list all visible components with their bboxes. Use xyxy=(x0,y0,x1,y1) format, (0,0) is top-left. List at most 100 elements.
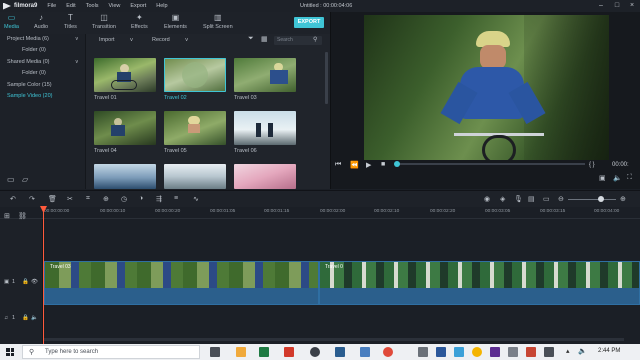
chevron-down-icon[interactable]: v xyxy=(76,34,79,45)
audio-track[interactable] xyxy=(44,308,640,330)
voiceover-icon[interactable]: 🎙 xyxy=(514,195,523,203)
timeline-clip[interactable]: Travel 03 xyxy=(44,261,319,305)
media-scrollbar[interactable] xyxy=(325,52,328,104)
grid-view-icon[interactable]: ▦ xyxy=(261,35,268,43)
tab-elements[interactable]: ▣ Elements xyxy=(164,14,187,31)
folder-open-icon[interactable]: ▱ xyxy=(22,176,32,184)
zoom-icon[interactable]: ⊕ xyxy=(103,195,109,203)
color-icon[interactable]: ◑ xyxy=(139,195,143,202)
eye-icon[interactable]: 👁 xyxy=(31,279,38,285)
audio-waveform-icon[interactable]: ∿ xyxy=(193,195,199,203)
task-view-icon[interactable] xyxy=(210,347,220,357)
add-track-icon[interactable]: ⊞ xyxy=(4,212,10,220)
import-dropdown[interactable]: Import v xyxy=(99,37,133,43)
sidebar-item-folder[interactable]: Folder (0) xyxy=(0,45,86,56)
cut-icon[interactable]: ✂ xyxy=(67,195,73,203)
pdf-reader-icon[interactable] xyxy=(284,347,294,357)
previous-frame-icon[interactable]: ⏮ xyxy=(335,161,341,169)
zoom-slider-track[interactable] xyxy=(568,199,616,200)
rewind-icon[interactable]: ⏪ xyxy=(350,161,359,169)
timeline-ruler[interactable]: 00:00:00:00 00:00:00:10 00:00:00:20 00:0… xyxy=(0,207,640,219)
zoom-in-icon[interactable]: ⊕ xyxy=(620,195,626,203)
zoom-out-icon[interactable]: ⊖ xyxy=(558,195,564,203)
thumbnail-travel-01[interactable] xyxy=(94,58,156,92)
record-dropdown[interactable]: Record v xyxy=(152,37,188,43)
browser-icon[interactable] xyxy=(454,347,464,357)
thumbnail-travel-04[interactable] xyxy=(94,111,156,145)
menu-view[interactable]: View xyxy=(109,3,121,9)
filmora-taskbar-icon[interactable] xyxy=(335,347,345,357)
add-folder-icon[interactable]: ▭ xyxy=(7,176,17,184)
volume-icon[interactable]: 🔈 xyxy=(613,174,622,182)
chrome-icon[interactable] xyxy=(472,347,482,357)
sidebar-item-shared-folder[interactable]: Folder (0) xyxy=(0,68,86,79)
tab-audio[interactable]: ♪ Audio xyxy=(34,14,48,31)
stop-icon[interactable]: ■ xyxy=(381,161,385,168)
lock-icon[interactable]: 🔒 xyxy=(22,315,29,321)
taskbar-app-icon-2[interactable] xyxy=(418,347,428,357)
chevron-down-icon[interactable]: v xyxy=(76,57,79,68)
tab-effects[interactable]: ✦ Effects xyxy=(131,14,148,31)
timeline-clip[interactable]: Travel 0 xyxy=(319,261,640,305)
lock-icon[interactable]: 🔒 xyxy=(22,279,29,285)
thumbnail-travel-02[interactable] xyxy=(164,58,226,92)
preview-scrubber[interactable] xyxy=(395,163,585,165)
export-button[interactable]: EXPORT xyxy=(294,17,324,28)
render-icon[interactable]: ◉ xyxy=(484,195,490,203)
thumbnail-travel-03[interactable] xyxy=(234,58,296,92)
thumbnail-travel-06[interactable] xyxy=(234,111,296,145)
recorder-icon[interactable] xyxy=(383,347,393,357)
taskbar-app-icon-3[interactable] xyxy=(508,347,518,357)
filter-icon[interactable]: ⏷ xyxy=(248,35,254,43)
scrubber-knob[interactable] xyxy=(394,161,400,167)
snapshot-icon[interactable]: ▣ xyxy=(599,174,606,182)
tab-transition[interactable]: ◫ Transition xyxy=(92,14,116,31)
audio-mixer-icon[interactable]: ≡ xyxy=(174,195,178,202)
undo-icon[interactable]: ↶ xyxy=(10,195,16,203)
windows-start-icon[interactable] xyxy=(6,348,14,356)
thumbnail-travel-09[interactable] xyxy=(234,164,296,189)
timeline-scrollbar[interactable] xyxy=(44,338,624,341)
media-app-icon[interactable] xyxy=(310,347,320,357)
close-icon[interactable]: × xyxy=(627,1,637,11)
teams-icon[interactable] xyxy=(490,347,500,357)
speaker-tray-icon[interactable]: 🔈 xyxy=(578,347,587,357)
mark-in-out[interactable]: { } xyxy=(589,162,595,168)
sidebar-item-project-media[interactable]: Project Media (6) v xyxy=(0,34,86,45)
sidebar-item-sample-color[interactable]: Sample Color (15) xyxy=(0,80,86,91)
menu-tools[interactable]: Tools xyxy=(86,3,99,9)
speaker-icon[interactable]: 🔈 xyxy=(31,315,38,321)
crop-icon[interactable]: ⌗ xyxy=(86,195,90,203)
menu-file[interactable]: File xyxy=(47,3,56,9)
mixer-icon[interactable]: ▤ xyxy=(528,195,535,203)
motion-icon[interactable]: ⇶ xyxy=(156,195,162,203)
thumbnail-travel-05[interactable] xyxy=(164,111,226,145)
powerpoint-icon[interactable] xyxy=(526,347,536,357)
menu-help[interactable]: Help xyxy=(156,3,167,9)
link-icon[interactable]: ⛓ xyxy=(18,212,27,220)
tab-split-screen[interactable]: ▥ Split Screen xyxy=(203,14,233,31)
taskbar-app-icon[interactable] xyxy=(360,347,370,357)
marker-icon[interactable]: ◈ xyxy=(500,195,505,203)
maximize-icon[interactable]: □ xyxy=(612,1,622,11)
file-explorer-icon[interactable] xyxy=(236,347,246,357)
excel-icon[interactable] xyxy=(259,347,269,357)
network-icon[interactable]: ▴ xyxy=(566,347,574,357)
search-input[interactable]: Search ⚲ xyxy=(274,36,322,45)
playhead[interactable] xyxy=(43,207,44,344)
redo-icon[interactable]: ↷ xyxy=(29,195,35,203)
speed-icon[interactable]: ◷ xyxy=(121,195,127,203)
tab-titles[interactable]: T Titles xyxy=(64,14,77,31)
fullscreen-icon[interactable]: ⛶ xyxy=(627,174,632,182)
thumbnail-travel-08[interactable] xyxy=(164,164,226,189)
snapshot-icon[interactable]: ▭ xyxy=(543,195,550,203)
word-icon[interactable] xyxy=(436,347,446,357)
sidebar-item-sample-video[interactable]: Sample Video (20) xyxy=(0,91,86,102)
menu-edit[interactable]: Edit xyxy=(66,3,75,9)
menu-export[interactable]: Export xyxy=(130,3,146,9)
thumbnail-travel-07[interactable] xyxy=(94,164,156,189)
play-icon[interactable]: ▶ xyxy=(366,161,371,169)
tray-app-icon[interactable] xyxy=(544,347,554,357)
search-icon[interactable]: ⚲ xyxy=(313,36,317,43)
taskbar-search-input[interactable]: ⚲ Type here to search xyxy=(22,345,200,359)
